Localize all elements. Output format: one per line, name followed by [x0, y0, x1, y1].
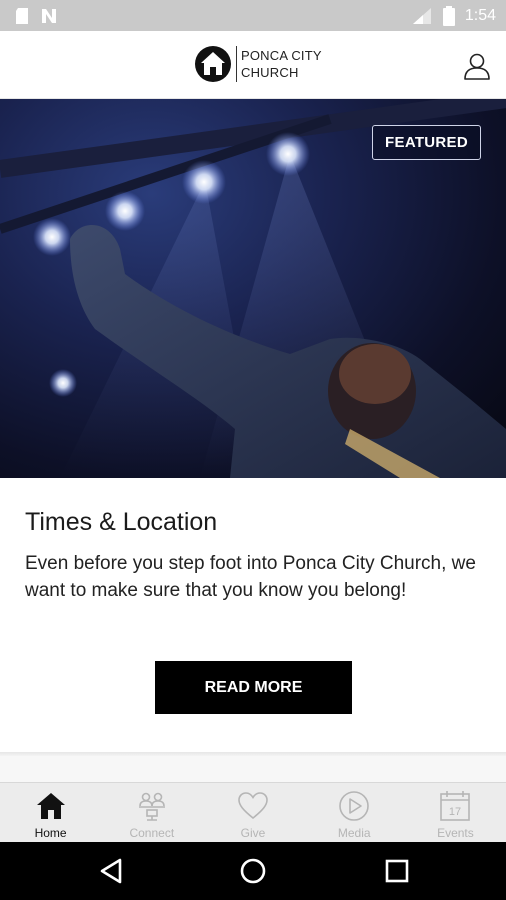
- home-icon: [36, 793, 65, 819]
- card-description: Even before you step foot into Ponca Cit…: [25, 553, 476, 601]
- calendar-day: 17: [449, 806, 461, 818]
- logo-divider: [236, 46, 237, 82]
- tab-label-events: Events: [437, 826, 474, 840]
- battery-icon: [442, 5, 455, 26]
- signal-icon: [412, 7, 431, 24]
- app-header: PONCA CITY CHURCH: [0, 31, 506, 99]
- back-icon[interactable]: [97, 856, 127, 886]
- tab-home[interactable]: Home: [0, 783, 101, 842]
- tab-label-give: Give: [240, 826, 266, 840]
- bottom-tab-bar: Home Connect Give Media 17 Events: [0, 782, 506, 842]
- church-logo-icon: [195, 46, 231, 82]
- recents-icon[interactable]: [382, 856, 412, 886]
- sd-card-icon: [16, 7, 28, 24]
- status-bar: 1:54: [0, 0, 506, 31]
- calendar-icon: 17: [440, 791, 471, 821]
- user-icon[interactable]: [462, 51, 492, 81]
- play-icon: [339, 791, 370, 821]
- card-title: Times & Location: [25, 508, 218, 536]
- next-card-peek: [0, 756, 506, 782]
- tab-label-home: Home: [34, 826, 67, 840]
- home-circle-icon[interactable]: [238, 856, 268, 886]
- tab-media[interactable]: Media: [304, 783, 405, 842]
- system-nav-bar: [0, 842, 506, 900]
- tab-events[interactable]: 17 Events: [405, 783, 506, 842]
- tab-give[interactable]: Give: [202, 783, 303, 842]
- tab-label-media: Media: [337, 826, 371, 840]
- tab-label-connect: Connect: [129, 826, 175, 840]
- logo-text-line2: CHURCH: [241, 65, 299, 80]
- church-logo[interactable]: PONCA CITY CHURCH: [194, 45, 322, 83]
- featured-badge: FEATURED: [372, 125, 481, 160]
- notification-n-icon: [42, 8, 56, 23]
- tab-connect[interactable]: Connect: [101, 783, 202, 842]
- read-more-button[interactable]: READ MORE: [155, 661, 352, 714]
- logo-text: PONCA CITY CHURCH: [241, 47, 322, 81]
- heart-icon: [238, 792, 268, 820]
- connect-icon: [138, 792, 165, 821]
- featured-hero-image[interactable]: FEATURED: [0, 99, 506, 478]
- status-time: 1:54: [464, 6, 496, 24]
- logo-text-line1: PONCA CITY: [241, 48, 322, 63]
- times-location-card: Times & Location Even before you step fo…: [0, 478, 506, 752]
